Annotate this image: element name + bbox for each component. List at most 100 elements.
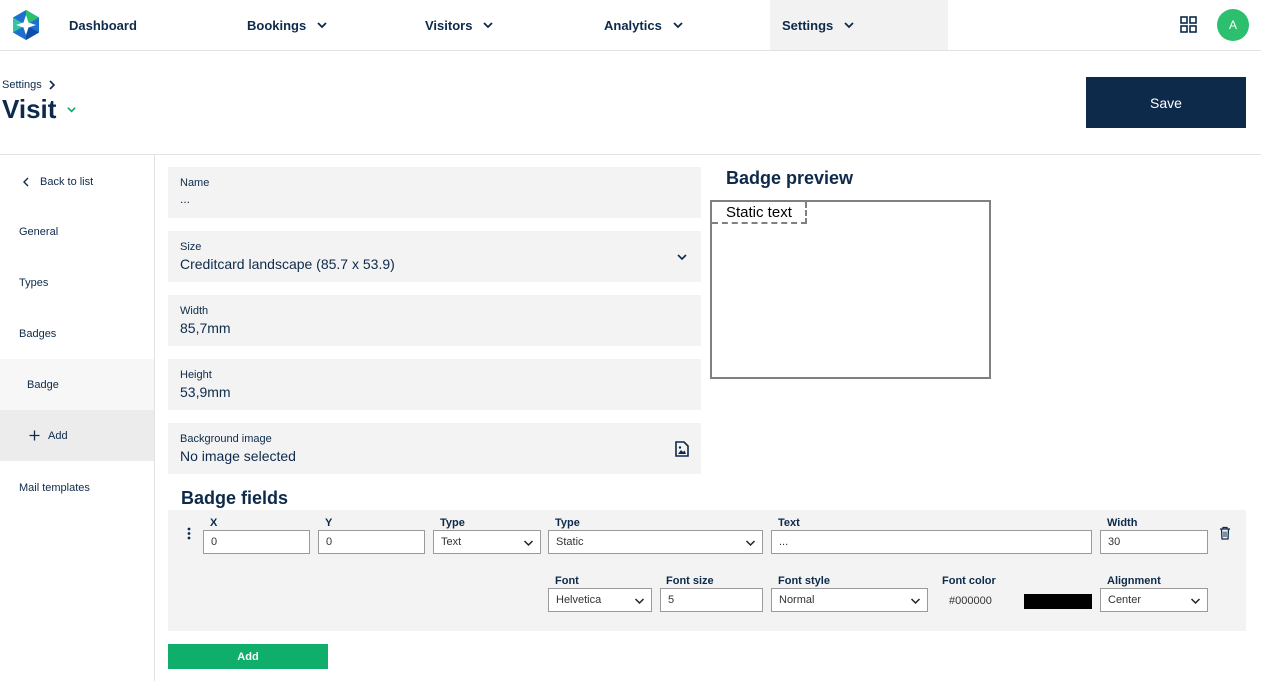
chevron-down-icon <box>67 107 77 113</box>
background-image-label: Background image <box>180 433 272 445</box>
back-to-list-link[interactable]: Back to list <box>0 156 154 207</box>
sidebar-item-label: Mail templates <box>19 481 90 494</box>
font-size-label: Font size <box>666 575 714 587</box>
height-field[interactable]: Height 53,9mm <box>168 359 701 410</box>
nav-visitors[interactable]: Visitors <box>425 0 494 50</box>
chevron-down-icon <box>1190 598 1201 605</box>
size-label: Size <box>180 241 202 253</box>
nav-analytics[interactable]: Analytics <box>604 0 684 50</box>
x-input[interactable]: 0 <box>203 530 310 554</box>
font-select[interactable]: Helvetica <box>548 588 652 612</box>
sidebar-item-label: Add <box>48 429 68 442</box>
breadcrumb[interactable]: Settings <box>2 79 56 91</box>
width-label: Width <box>180 305 209 317</box>
font-color-label: Font color <box>942 575 996 587</box>
chevron-left-icon <box>23 177 29 186</box>
font-style-select-value: Normal <box>779 594 815 606</box>
width-field-label: Width <box>1107 517 1138 529</box>
sidebar-item-add[interactable]: Add <box>0 410 154 461</box>
chevron-down-icon <box>844 22 854 29</box>
font-style-label: Font style <box>778 575 830 587</box>
chevron-down-icon <box>483 22 494 29</box>
width-input[interactable]: 30 <box>1100 530 1208 554</box>
name-field[interactable]: Name ... <box>168 167 701 218</box>
x-label: X <box>210 517 218 529</box>
header-divider <box>0 154 1261 155</box>
back-to-list-label: Back to list <box>40 175 94 188</box>
sidebar-item-badge[interactable]: Badge <box>0 359 154 410</box>
nav-settings-label: Settings <box>782 17 834 33</box>
nav-visitors-label: Visitors <box>425 17 473 33</box>
chevron-right-icon <box>49 80 55 90</box>
save-button[interactable]: Save <box>1086 77 1246 128</box>
badge-static-text-element[interactable]: Static text <box>712 202 807 224</box>
apps-grid-icon[interactable] <box>1180 16 1197 33</box>
chevron-down-icon <box>673 22 683 29</box>
badge-fields-title: Badge fields <box>181 488 289 508</box>
background-image-field[interactable]: Background image No image selected <box>168 423 701 474</box>
alignment-label: Alignment <box>1107 575 1161 587</box>
chevron-down-icon <box>677 254 687 261</box>
y-label: Y <box>325 517 333 529</box>
alignment-select[interactable]: Center <box>1100 588 1208 612</box>
font-color-swatch[interactable] <box>1024 594 1092 609</box>
sidebar-item-types[interactable]: Types <box>0 257 154 308</box>
nav-dashboard-label: Dashboard <box>69 17 137 33</box>
sidebar-item-label: Types <box>19 276 49 289</box>
chevron-down-icon <box>317 22 327 29</box>
chevron-down-icon <box>745 540 756 547</box>
nav-bookings-label: Bookings <box>247 17 307 33</box>
font-label: Font <box>555 575 579 587</box>
avatar-initial: A <box>1228 18 1237 32</box>
type-select[interactable]: Text <box>433 530 541 554</box>
app-logo-icon[interactable] <box>10 9 42 41</box>
font-style-select[interactable]: Normal <box>771 588 928 612</box>
font-size-input[interactable]: 5 <box>660 588 763 612</box>
drag-handle-icon[interactable] <box>186 527 192 540</box>
font-select-value: Helvetica <box>556 594 602 606</box>
width-field[interactable]: Width 85,7mm <box>168 295 701 346</box>
size-value: Creditcard landscape (85.7 x 53.9) <box>180 256 395 272</box>
type2-select-value: Static <box>556 536 584 548</box>
type-select-value: Text <box>441 536 462 548</box>
sidebar-item-mail-templates[interactable]: Mail templates <box>0 462 154 513</box>
badge-preview-title: Badge preview <box>726 168 854 188</box>
type2-label: Type <box>555 517 580 529</box>
chevron-down-icon <box>634 598 645 605</box>
sidebar-item-badges[interactable]: Badges <box>0 308 154 359</box>
page-title-text: Visit <box>2 94 57 124</box>
breadcrumb-settings[interactable]: Settings <box>2 79 42 91</box>
sidebar-item-general[interactable]: General <box>0 206 154 257</box>
sidebar-item-label: General <box>19 225 59 238</box>
name-value[interactable]: ... <box>180 192 689 206</box>
chevron-down-icon <box>523 540 534 547</box>
nav-dashboard[interactable]: Dashboard <box>69 0 137 50</box>
height-value[interactable]: 53,9mm <box>180 384 689 400</box>
user-avatar[interactable]: A <box>1217 9 1249 41</box>
trash-icon[interactable] <box>1219 526 1231 540</box>
size-select[interactable]: Size Creditcard landscape (85.7 x 53.9) <box>168 231 701 282</box>
alignment-select-value: Center <box>1108 594 1142 606</box>
top-navigation: Dashboard Bookings Visitors Analytics Se… <box>0 0 1261 51</box>
height-label: Height <box>180 369 212 381</box>
name-label: Name <box>180 177 210 189</box>
nav-settings[interactable]: Settings <box>770 0 948 50</box>
text-label: Text <box>778 517 800 529</box>
text-input[interactable]: ... <box>771 530 1092 554</box>
type2-select[interactable]: Static <box>548 530 763 554</box>
type-label: Type <box>440 517 465 529</box>
y-input[interactable]: 0 <box>318 530 425 554</box>
badge-preview-canvas: Static text <box>710 200 991 379</box>
nav-analytics-label: Analytics <box>604 17 662 33</box>
plus-icon <box>29 430 40 441</box>
nav-bookings[interactable]: Bookings <box>247 0 328 50</box>
sidebar-item-label: Badge <box>27 378 59 391</box>
sidebar: Back to list General Types Badges Badge … <box>0 155 155 681</box>
font-color-hex: #000000 <box>949 595 992 607</box>
width-value[interactable]: 85,7mm <box>180 320 689 336</box>
chevron-down-icon <box>910 598 921 605</box>
sidebar-item-label: Badges <box>19 327 57 340</box>
page-title[interactable]: Visit <box>2 94 77 125</box>
image-file-icon[interactable] <box>675 441 689 457</box>
add-field-button[interactable]: Add <box>168 644 328 669</box>
